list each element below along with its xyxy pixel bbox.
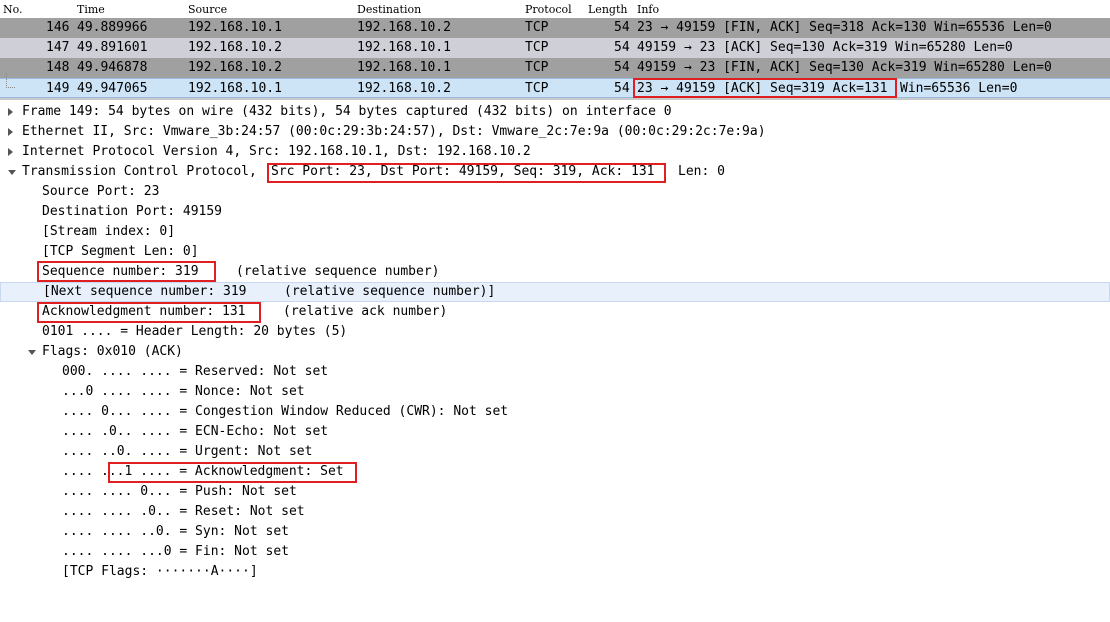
tree-item-flag-syn[interactable]: .... .... ..0. = Syn: Not set xyxy=(0,522,1110,542)
col-header-time[interactable]: Time xyxy=(77,3,105,16)
packet-info: 49159 → 23 [FIN, ACK] Seq=130 Ack=319 Wi… xyxy=(637,60,1052,75)
tree-item-label: 000. .... .... = Reserved: Not set xyxy=(62,364,329,379)
packet-length: 54 xyxy=(614,60,630,75)
tree-item-flags[interactable]: Flags: 0x010 (ACK) xyxy=(0,342,1110,362)
tree-item-label: [TCP Flags: ·······A····] xyxy=(62,564,258,579)
packet-protocol: TCP xyxy=(525,20,549,35)
expand-arrow-icon[interactable] xyxy=(8,148,13,156)
tcp-summary-len: Len: 0 xyxy=(678,164,725,179)
tree-item-src-port[interactable]: Source Port: 23 xyxy=(0,182,1110,202)
next-seq-note: (relative sequence number)] xyxy=(284,284,496,299)
tree-item-label: .... ..0. .... = Urgent: Not set xyxy=(62,444,313,459)
highlight-box xyxy=(267,163,666,183)
tree-item-label: [TCP Segment Len: 0] xyxy=(42,244,199,259)
tree-item-flag-nonce[interactable]: ...0 .... .... = Nonce: Not set xyxy=(0,382,1110,402)
packet-protocol: TCP xyxy=(525,81,549,96)
conversation-bracket xyxy=(6,73,15,88)
flag-ack-prefix: .... xyxy=(62,464,102,479)
packet-source: 192.168.10.1 xyxy=(188,81,282,96)
packet-no: 146 xyxy=(46,20,70,35)
seq-note: (relative sequence number) xyxy=(236,264,440,279)
tree-item-next-seq[interactable]: [Next sequence number: 319 (relative seq… xyxy=(0,282,1110,302)
collapse-arrow-icon[interactable] xyxy=(8,170,16,175)
tree-item-label: .... .... ..0. = Syn: Not set xyxy=(62,524,289,539)
col-header-destination[interactable]: Destination xyxy=(357,3,421,16)
tree-item-dst-port[interactable]: Destination Port: 49159 xyxy=(0,202,1110,222)
packet-no: 149 xyxy=(46,81,70,96)
packet-protocol: TCP xyxy=(525,60,549,75)
tree-item-flag-urgent[interactable]: .... ..0. .... = Urgent: Not set xyxy=(0,442,1110,462)
tree-item-label: Frame 149: 54 bytes on wire (432 bits), … xyxy=(22,104,672,119)
col-header-length[interactable]: Length xyxy=(588,3,627,16)
packet-no: 147 xyxy=(46,40,70,55)
tree-item-frame[interactable]: Frame 149: 54 bytes on wire (432 bits), … xyxy=(0,102,1110,122)
packet-source: 192.168.10.1 xyxy=(188,20,282,35)
tree-item-label: Flags: 0x010 (ACK) xyxy=(42,344,183,359)
tree-item-flag-fin[interactable]: .... .... ...0 = Fin: Not set xyxy=(0,542,1110,562)
tree-item-flag-reset[interactable]: .... .... .0.. = Reset: Not set xyxy=(0,502,1110,522)
tree-item-flag-cwr[interactable]: .... 0... .... = Congestion Window Reduc… xyxy=(0,402,1110,422)
tree-item-label: [Next sequence number: 319 xyxy=(43,284,247,299)
col-header-source[interactable]: Source xyxy=(188,3,227,16)
packet-row[interactable]: 146 49.889966 192.168.10.1 192.168.10.2 … xyxy=(0,18,1110,38)
tree-item-flag-reserved[interactable]: 000. .... .... = Reserved: Not set xyxy=(0,362,1110,382)
tree-item-label: .... 0... .... = Congestion Window Reduc… xyxy=(62,404,509,419)
col-header-info[interactable]: Info xyxy=(637,3,659,16)
tree-item-label: Ethernet II, Src: Vmware_3b:24:57 (00:0c… xyxy=(22,124,766,139)
tree-item-label: .... .... ...0 = Fin: Not set xyxy=(62,544,289,559)
col-header-no[interactable]: No. xyxy=(3,3,23,16)
packet-time: 49.946878 xyxy=(77,60,148,75)
packet-destination: 192.168.10.1 xyxy=(357,40,451,55)
tree-item-label: Destination Port: 49159 xyxy=(42,204,223,219)
packet-no: 148 xyxy=(46,60,70,75)
tree-item-ethernet[interactable]: Ethernet II, Src: Vmware_3b:24:57 (00:0c… xyxy=(0,122,1110,142)
collapse-arrow-icon[interactable] xyxy=(28,350,36,355)
tree-item-label: ...0 .... .... = Nonce: Not set xyxy=(62,384,305,399)
packet-time: 49.947065 xyxy=(77,81,148,96)
packet-time: 49.891601 xyxy=(77,40,148,55)
tree-item-flag-push[interactable]: .... .... 0... = Push: Not set xyxy=(0,482,1110,502)
packet-destination: 192.168.10.1 xyxy=(357,60,451,75)
tree-item-label: Source Port: 23 xyxy=(42,184,160,199)
packet-destination: 192.168.10.2 xyxy=(357,20,451,35)
packet-length: 54 xyxy=(614,40,630,55)
highlight-box xyxy=(108,462,357,483)
tree-item-label: [Stream index: 0] xyxy=(42,224,176,239)
packet-length: 54 xyxy=(614,20,630,35)
tree-item-label: .... .0.. .... = ECN-Echo: Not set xyxy=(62,424,329,439)
highlight-box xyxy=(37,302,261,323)
tree-item-label: .... .... .0.. = Reset: Not set xyxy=(62,504,305,519)
expand-arrow-icon[interactable] xyxy=(8,128,13,136)
packet-source: 192.168.10.2 xyxy=(188,60,282,75)
expand-arrow-icon[interactable] xyxy=(8,108,13,116)
packet-protocol: TCP xyxy=(525,40,549,55)
tree-item-ip[interactable]: Internet Protocol Version 4, Src: 192.16… xyxy=(0,142,1110,162)
packet-row[interactable]: 148 49.946878 192.168.10.2 192.168.10.1 … xyxy=(0,58,1110,78)
highlight-box xyxy=(37,261,216,282)
packet-destination: 192.168.10.2 xyxy=(357,81,451,96)
packet-row[interactable]: 147 49.891601 192.168.10.2 192.168.10.1 … xyxy=(0,38,1110,58)
ack-note: (relative ack number) xyxy=(283,304,448,319)
tree-item-seglen[interactable]: [TCP Segment Len: 0] xyxy=(0,242,1110,262)
packet-time: 49.889966 xyxy=(77,20,148,35)
tree-item-label: .... .... 0... = Push: Not set xyxy=(62,484,297,499)
pane-divider[interactable] xyxy=(0,98,1110,100)
tree-item-label: Transmission Control Protocol, xyxy=(22,164,257,179)
packet-row-selected[interactable]: 149 49.947065 192.168.10.1 192.168.10.2 … xyxy=(0,73,1110,98)
packet-list-header: No. Time Source Destination Protocol Len… xyxy=(0,0,1110,19)
packet-info: 49159 → 23 [ACK] Seq=130 Ack=319 Win=652… xyxy=(637,40,1013,55)
packet-source: 192.168.10.2 xyxy=(188,40,282,55)
packet-length: 54 xyxy=(614,81,630,96)
tree-item-flag-ecn[interactable]: .... .0.. .... = ECN-Echo: Not set xyxy=(0,422,1110,442)
tree-item-stream[interactable]: [Stream index: 0] xyxy=(0,222,1110,242)
tree-item-tcp-flags[interactable]: [TCP Flags: ·······A····] xyxy=(0,562,1110,582)
packet-info-rest: Win=65536 Len=0 xyxy=(900,81,1018,96)
packet-info: 23 → 49159 [FIN, ACK] Seq=318 Ack=130 Wi… xyxy=(637,20,1052,35)
tree-item-label: 0101 .... = Header Length: 20 bytes (5) xyxy=(42,324,348,339)
tree-item-label: Internet Protocol Version 4, Src: 192.16… xyxy=(22,144,531,159)
highlight-box xyxy=(633,78,897,98)
tree-item-header-len[interactable]: 0101 .... = Header Length: 20 bytes (5) xyxy=(0,322,1110,342)
col-header-protocol[interactable]: Protocol xyxy=(525,3,572,16)
